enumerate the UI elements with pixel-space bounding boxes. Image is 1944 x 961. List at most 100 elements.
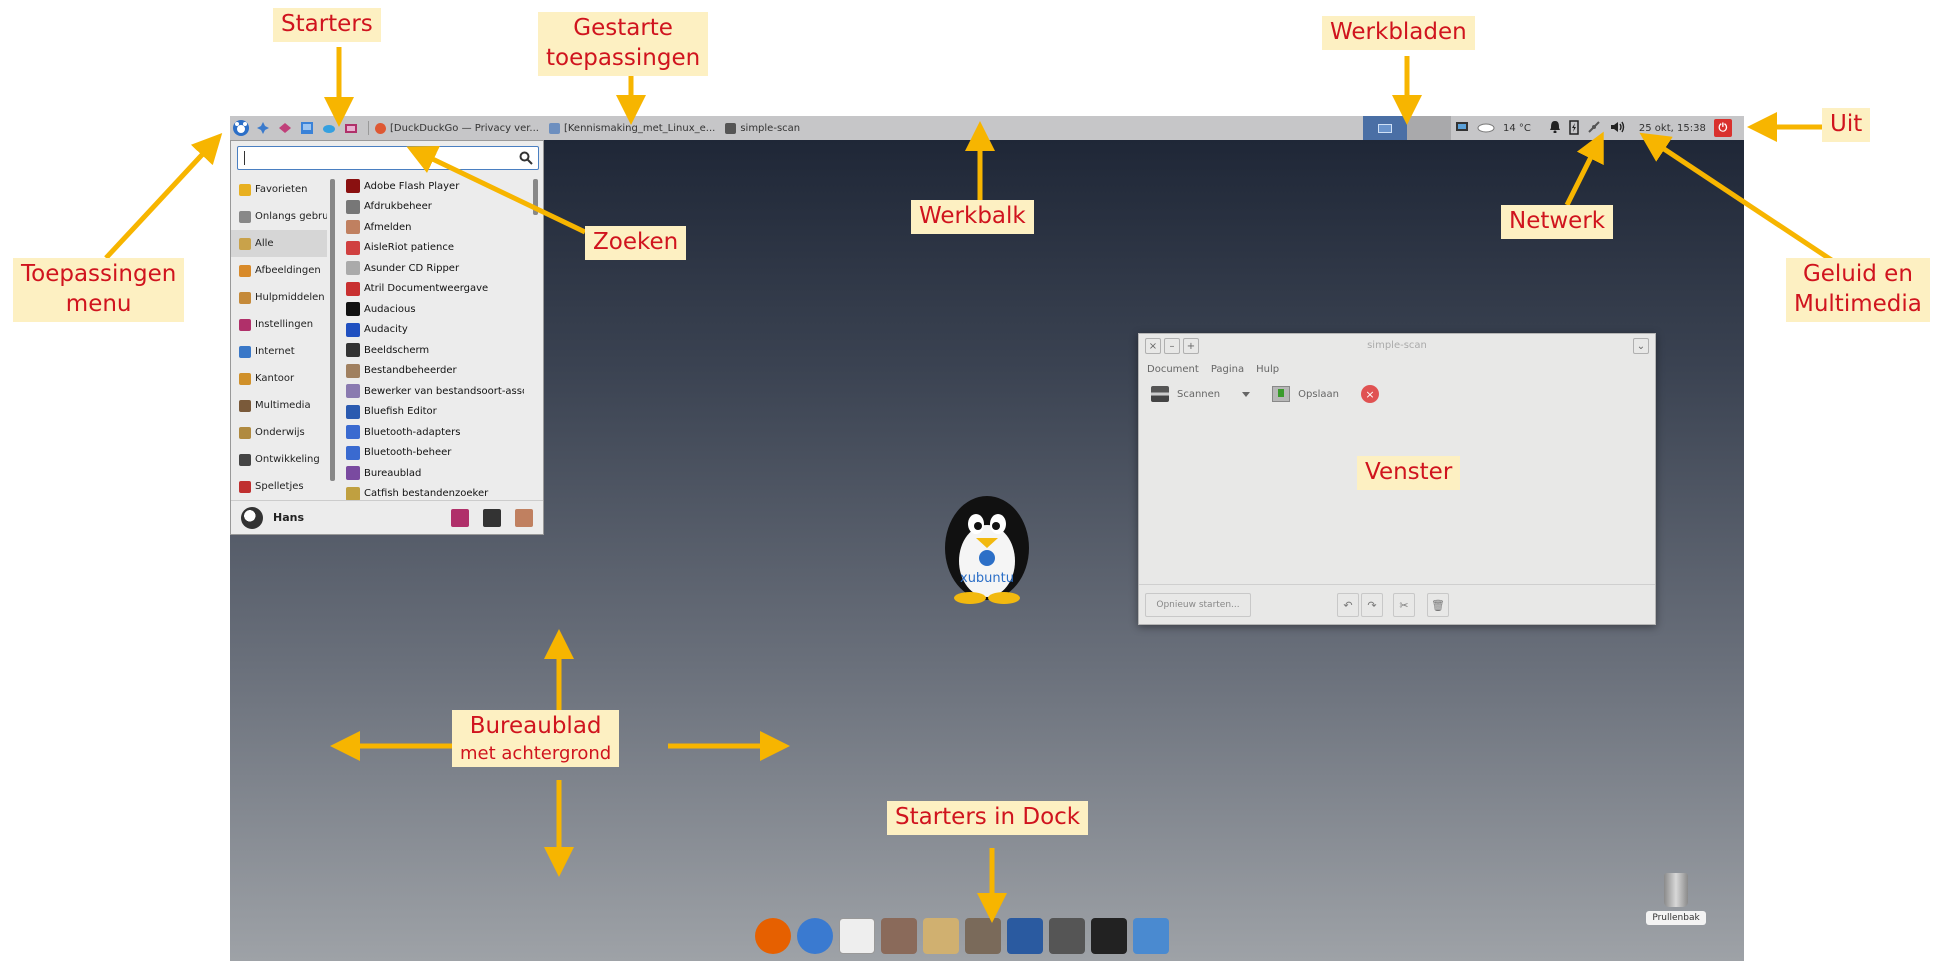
workspace-2[interactable] <box>1407 116 1451 140</box>
category-item[interactable]: Internet <box>231 338 327 365</box>
application-item[interactable]: Bewerker van bestandsoort-associ... <box>344 381 524 402</box>
whisker-menu-icon[interactable] <box>233 120 249 136</box>
category-label: Alle <box>255 238 274 249</box>
application-item[interactable]: Catfish bestandenzoeker <box>344 484 524 502</box>
window-menu-button[interactable]: ⌄ <box>1633 338 1649 354</box>
category-item[interactable]: Alle <box>231 230 327 257</box>
category-item[interactable]: Spelletjes <box>231 473 327 500</box>
menu-pagina[interactable]: Pagina <box>1211 364 1244 375</box>
application-item[interactable]: Audacity <box>344 320 524 341</box>
firefox-icon[interactable] <box>755 918 791 954</box>
label-gestarte-line2: toepassingen <box>546 44 701 71</box>
rotate-left-icon[interactable]: ↶ <box>1337 593 1359 617</box>
category-scrollbar[interactable] <box>330 179 335 481</box>
clock[interactable]: 25 okt, 15:38 <box>1639 123 1706 134</box>
penguin-text: xubuntu <box>960 571 1014 586</box>
category-item[interactable]: Hulpmiddelen <box>231 284 327 311</box>
application-item[interactable]: Bestandbeheerder <box>344 361 524 382</box>
application-item[interactable]: Audacious <box>344 299 524 320</box>
taskbar-item-label: [Kennismaking_met_Linux_e... <box>563 122 716 134</box>
category-item[interactable]: Onderwijs <box>231 419 327 446</box>
scan-options-dropdown[interactable] <box>1242 391 1251 397</box>
label-gestarte-line1: Gestarte <box>573 15 673 41</box>
application-item[interactable]: Afmelden <box>344 217 524 238</box>
logout-icon[interactable] <box>515 509 533 527</box>
power-button[interactable]: ⏻ <box>1713 119 1732 137</box>
scanner-icon[interactable] <box>1049 918 1085 954</box>
gimp-icon[interactable] <box>965 918 1001 954</box>
thunderbird-icon[interactable] <box>797 918 833 954</box>
cancel-icon[interactable]: × <box>1360 385 1379 403</box>
taskbar-item[interactable]: [Kennismaking_met_Linux_e... <box>548 122 716 134</box>
category-item[interactable]: Instellingen <box>231 311 327 338</box>
label-venster-text: Venster <box>1365 459 1453 485</box>
trash[interactable]: Prullenbak <box>1646 873 1706 925</box>
system-tray: 14 °C 25 okt, 15:38 ⏻ <box>1455 116 1732 140</box>
application-item[interactable]: Adobe Flash Player <box>344 176 524 197</box>
network-icon[interactable] <box>1587 120 1601 137</box>
weather-icon[interactable] <box>1477 121 1495 136</box>
battery-icon[interactable] <box>1569 119 1579 138</box>
search-input[interactable] <box>237 146 539 170</box>
taskbar-item[interactable]: simple-scan <box>725 122 800 134</box>
application-item[interactable]: AisleRiot patience <box>344 238 524 259</box>
application-label: Afmelden <box>364 221 412 233</box>
launcher-media-icon[interactable] <box>343 120 359 136</box>
application-label: Atril Documentweergave <box>364 283 489 295</box>
application-scrollbar[interactable] <box>533 179 538 215</box>
crop-icon[interactable]: ✂ <box>1393 593 1415 617</box>
application-item[interactable]: Bureaublad <box>344 463 524 484</box>
screen-icon[interactable] <box>1455 121 1469 136</box>
settings-manager-icon[interactable] <box>451 509 469 527</box>
application-label: Catfish bestandenzoeker <box>364 488 489 500</box>
document-icon[interactable] <box>839 918 875 954</box>
application-item[interactable]: Beeldscherm <box>344 340 524 361</box>
workspace-1[interactable] <box>1363 116 1407 140</box>
window-titlebar[interactable]: × – + simple-scan ⌄ <box>1139 334 1655 358</box>
application-item[interactable]: Bluetooth-adapters <box>344 422 524 443</box>
window-menubar: Document Pagina Hulp <box>1139 358 1655 381</box>
category-item[interactable]: Onlangs gebruikt <box>231 203 327 230</box>
launcher-screenshot-icon[interactable] <box>299 120 315 136</box>
application-item[interactable]: Bluefish Editor <box>344 402 524 423</box>
category-item[interactable]: Kantoor <box>231 365 327 392</box>
menu-hulp[interactable]: Hulp <box>1256 364 1279 375</box>
volume-icon[interactable] <box>1609 120 1625 137</box>
application-item[interactable]: Asunder CD Ripper <box>344 258 524 279</box>
application-item[interactable]: Afdrukbeheer <box>344 197 524 218</box>
label-venster: Venster <box>1357 456 1461 490</box>
category-label: Internet <box>255 346 295 357</box>
terminal-icon[interactable] <box>1091 918 1127 954</box>
weather-temperature[interactable]: 14 °C <box>1503 123 1531 134</box>
photos-icon[interactable] <box>923 918 959 954</box>
launcher-cloud-icon[interactable] <box>321 120 337 136</box>
save-button[interactable]: Opslaan <box>1298 389 1339 400</box>
application-item[interactable]: Atril Documentweergave <box>344 279 524 300</box>
launcher-tweaks-icon[interactable] <box>277 120 293 136</box>
application-label: Bluetooth-beheer <box>364 447 452 459</box>
category-item[interactable]: Ontwikkeling <box>231 446 327 473</box>
category-item[interactable]: Favorieten <box>231 176 327 203</box>
application-icon <box>346 343 360 358</box>
delete-icon[interactable]: 🗑 <box>1427 593 1449 617</box>
taskbar-item[interactable]: [DuckDuckGo — Privacy ver... <box>375 122 539 134</box>
printer-icon[interactable] <box>881 918 917 954</box>
restart-button[interactable]: Opnieuw starten... <box>1145 593 1251 617</box>
lock-screen-icon[interactable] <box>483 509 501 527</box>
label-bureaublad-line2: met achtergrond <box>460 742 612 764</box>
label-starters-in-dock: Starters in Dock <box>887 801 1089 835</box>
rotate-right-icon[interactable]: ↷ <box>1361 593 1383 617</box>
screenshot-icon[interactable] <box>1133 918 1169 954</box>
fish-icon[interactable] <box>1007 918 1043 954</box>
category-item[interactable]: Multimedia <box>231 392 327 419</box>
scan-button[interactable]: Scannen <box>1177 389 1220 400</box>
notification-bell-icon[interactable] <box>1549 120 1561 136</box>
application-icon <box>346 302 360 317</box>
label-werkbladen-text: Werkbladen <box>1330 19 1467 45</box>
launcher-settings-icon[interactable] <box>255 120 271 136</box>
category-item[interactable]: Afbeeldingen <box>231 257 327 284</box>
label-geluid-line1: Geluid en <box>1802 261 1913 287</box>
application-icon <box>346 486 360 501</box>
menu-document[interactable]: Document <box>1147 364 1199 375</box>
application-item[interactable]: Bluetooth-beheer <box>344 443 524 464</box>
